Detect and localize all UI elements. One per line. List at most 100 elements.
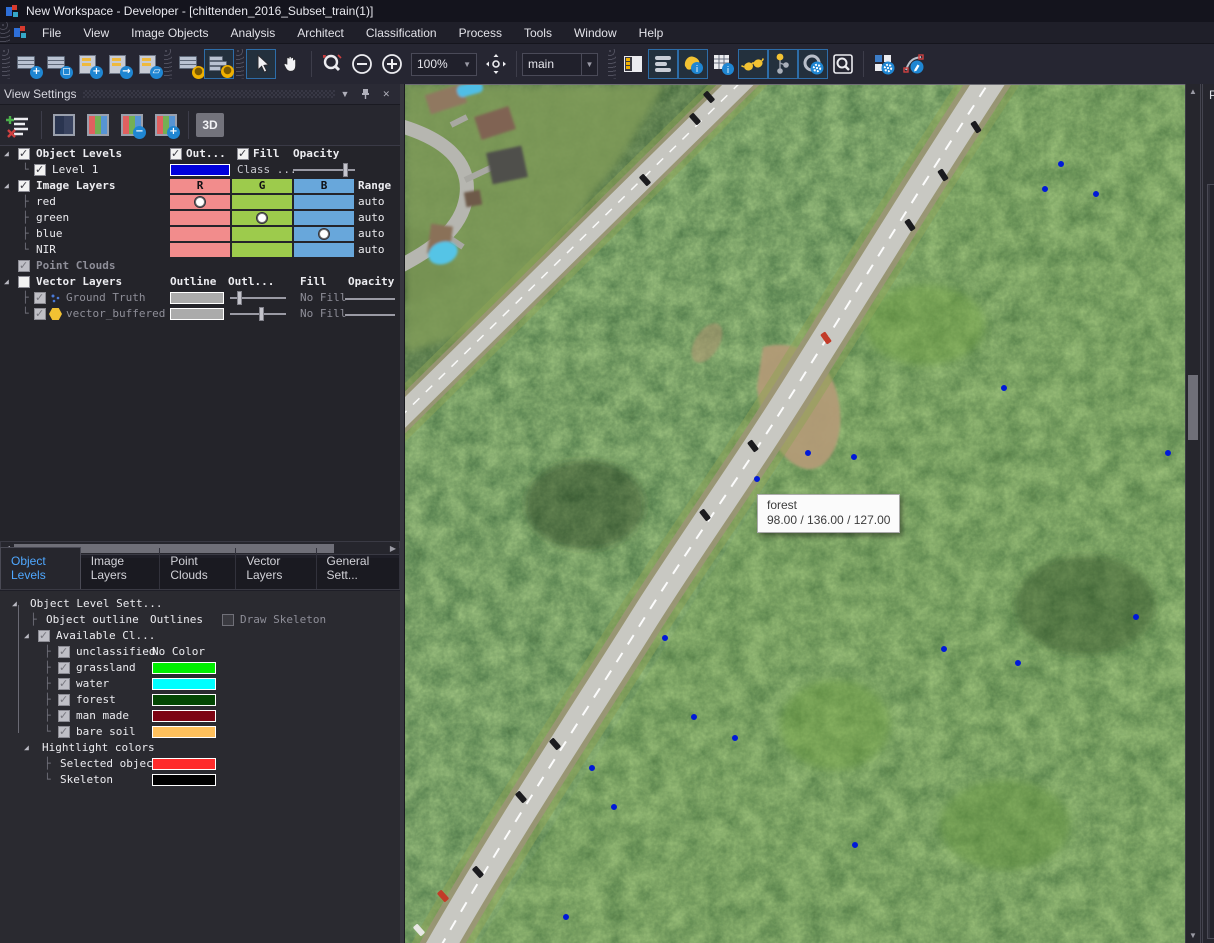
layer-minus-icon[interactable]: − [117,110,147,140]
edit-levels-icon[interactable] [4,110,34,140]
menu-classification[interactable]: Classification [355,23,448,43]
vector-buffered-fill-value[interactable]: No Fill [300,306,346,322]
vector-point-marker[interactable] [563,914,569,920]
class-checkbox[interactable] [58,710,70,722]
chevron-down-icon[interactable]: ▼ [335,89,356,99]
panel-layout-icon[interactable] [618,49,648,79]
tree-row-class-unclassified[interactable]: ├ unclassified No Color [0,644,400,660]
hierarchy-icon[interactable] [768,49,798,79]
nir-b-cell[interactable] [294,243,354,257]
tab-vector-layers[interactable]: Vector Layers [236,548,316,589]
expand-arrow-icon[interactable]: ◢ [12,596,17,612]
ground-truth-fill-value[interactable]: No Fill [300,290,346,306]
class-checkbox[interactable] [58,662,70,674]
green-range-value[interactable]: auto [358,210,385,226]
class-bare-soil-swatch[interactable] [152,726,216,738]
level1-fill-label[interactable]: Class ... [237,162,297,178]
ground-truth-opacity-line[interactable] [345,298,395,300]
tree-row-class-grassland[interactable]: ├ grassland [0,660,400,676]
radio-selected[interactable] [195,197,205,207]
red-r-cell[interactable] [170,195,230,209]
vector-buffered-width-slider[interactable] [230,309,286,319]
map-vscrollbar[interactable]: ▲ ▼ [1185,84,1200,943]
layer-plus-icon[interactable]: + [151,110,181,140]
area-zoom-icon[interactable] [317,49,347,79]
vector-point-marker[interactable] [662,635,668,641]
tree-row-ground-truth[interactable]: ├ Ground Truth No Fill [0,290,400,306]
vector-point-marker[interactable] [1165,450,1171,456]
class-grassland-swatch[interactable] [152,662,216,674]
vector-point-marker[interactable] [805,450,811,456]
scroll-down-arrow-icon[interactable]: ▼ [1186,931,1200,940]
layers-lock-icon[interactable]: ◻ [42,49,72,79]
tree-row-highlight-colors[interactable]: ◢ Hightlight colors [0,740,400,756]
nir-range-value[interactable]: auto [358,242,385,258]
vector-point-marker[interactable] [754,476,760,482]
pin-icon[interactable] [355,88,376,101]
ground-truth-outline-swatch[interactable] [170,292,224,304]
ground-truth-width-slider[interactable] [230,293,286,303]
class-water-swatch[interactable] [152,678,216,690]
fill-header-checkbox[interactable] [237,148,249,160]
vector-point-marker[interactable] [1001,385,1007,391]
menu-analysis[interactable]: Analysis [220,23,287,43]
vscrollbar-thumb[interactable] [1188,375,1198,440]
map-select-arrow[interactable]: ▼ [582,53,598,76]
vector-point-marker[interactable] [1042,186,1048,192]
map-viewport[interactable]: forest 98.00 / 136.00 / 127.00 [405,84,1185,943]
vector-point-marker[interactable] [941,646,947,652]
expand-arrow-icon[interactable]: ◢ [24,628,29,644]
menu-view[interactable]: View [72,23,120,43]
tree-row-layer-blue[interactable]: ├ blue auto [0,226,400,242]
cursor-icon[interactable] [246,49,276,79]
grid-gear-icon[interactable] [869,49,899,79]
class-checkbox[interactable] [58,694,70,706]
vector-buffered-outline-swatch[interactable] [170,308,224,320]
red-b-cell[interactable] [294,195,354,209]
scroll-up-arrow-icon[interactable]: ▲ [1186,87,1200,96]
3d-view-button[interactable]: 3D [196,113,224,137]
outlines-value[interactable]: Outlines [150,612,203,628]
page-open-icon[interactable]: ▱ [132,49,162,79]
tab-object-levels[interactable]: Object Levels [0,547,81,589]
tree-row-image-layers[interactable]: ◢ Image Layers R G B Range [0,178,400,194]
rgb-layer-view-icon[interactable] [83,110,113,140]
radio-selected[interactable] [319,229,329,239]
tree-row-layer-nir[interactable]: └ NIR auto [0,242,400,258]
tree-row-ols-root[interactable]: ◢ Object Level Sett... [0,596,400,612]
radio-selected[interactable] [257,213,267,223]
skeleton-swatch[interactable] [152,774,216,786]
layers-clock-icon[interactable]: ● [174,49,204,79]
zoom-in-icon[interactable] [377,49,407,79]
menu-process[interactable]: Process [448,23,513,43]
available-classes-checkbox[interactable] [38,630,50,642]
vector-point-marker[interactable] [1015,660,1021,666]
splash-info-icon[interactable]: i [678,49,708,79]
page-import-icon[interactable]: → [102,49,132,79]
level1-outline-swatch[interactable] [170,164,230,176]
red-g-cell[interactable] [232,195,292,209]
table-info-icon[interactable]: i [708,49,738,79]
vector-point-marker[interactable] [851,454,857,460]
level1-opacity-slider[interactable] [293,165,355,175]
single-layer-view-icon[interactable] [49,110,79,140]
blue-range-value[interactable]: auto [358,226,385,242]
menu-image-objects[interactable]: Image Objects [120,23,219,43]
class-forest-swatch[interactable] [152,694,216,706]
tree-row-skeleton[interactable]: └ Skeleton [0,772,400,788]
zoom-out-icon[interactable] [347,49,377,79]
menu-help[interactable]: Help [628,23,675,43]
class-checkbox[interactable] [58,678,70,690]
draw-skeleton-checkbox[interactable] [222,614,234,626]
pan-compass-icon[interactable] [481,49,511,79]
blue-b-cell[interactable] [294,227,354,241]
page-plus-icon[interactable]: + [72,49,102,79]
tree-row-class-forest[interactable]: ├ forest [0,692,400,708]
list-clock-icon[interactable]: ● [204,49,234,79]
point-clouds-checkbox[interactable] [18,260,30,272]
tree-row-level1[interactable]: └ Level 1 Class ... [0,162,400,178]
layers-plus-icon[interactable]: + [12,49,42,79]
object-levels-checkbox[interactable] [18,148,30,160]
green-b-cell[interactable] [294,211,354,225]
vector-point-marker[interactable] [1133,614,1139,620]
